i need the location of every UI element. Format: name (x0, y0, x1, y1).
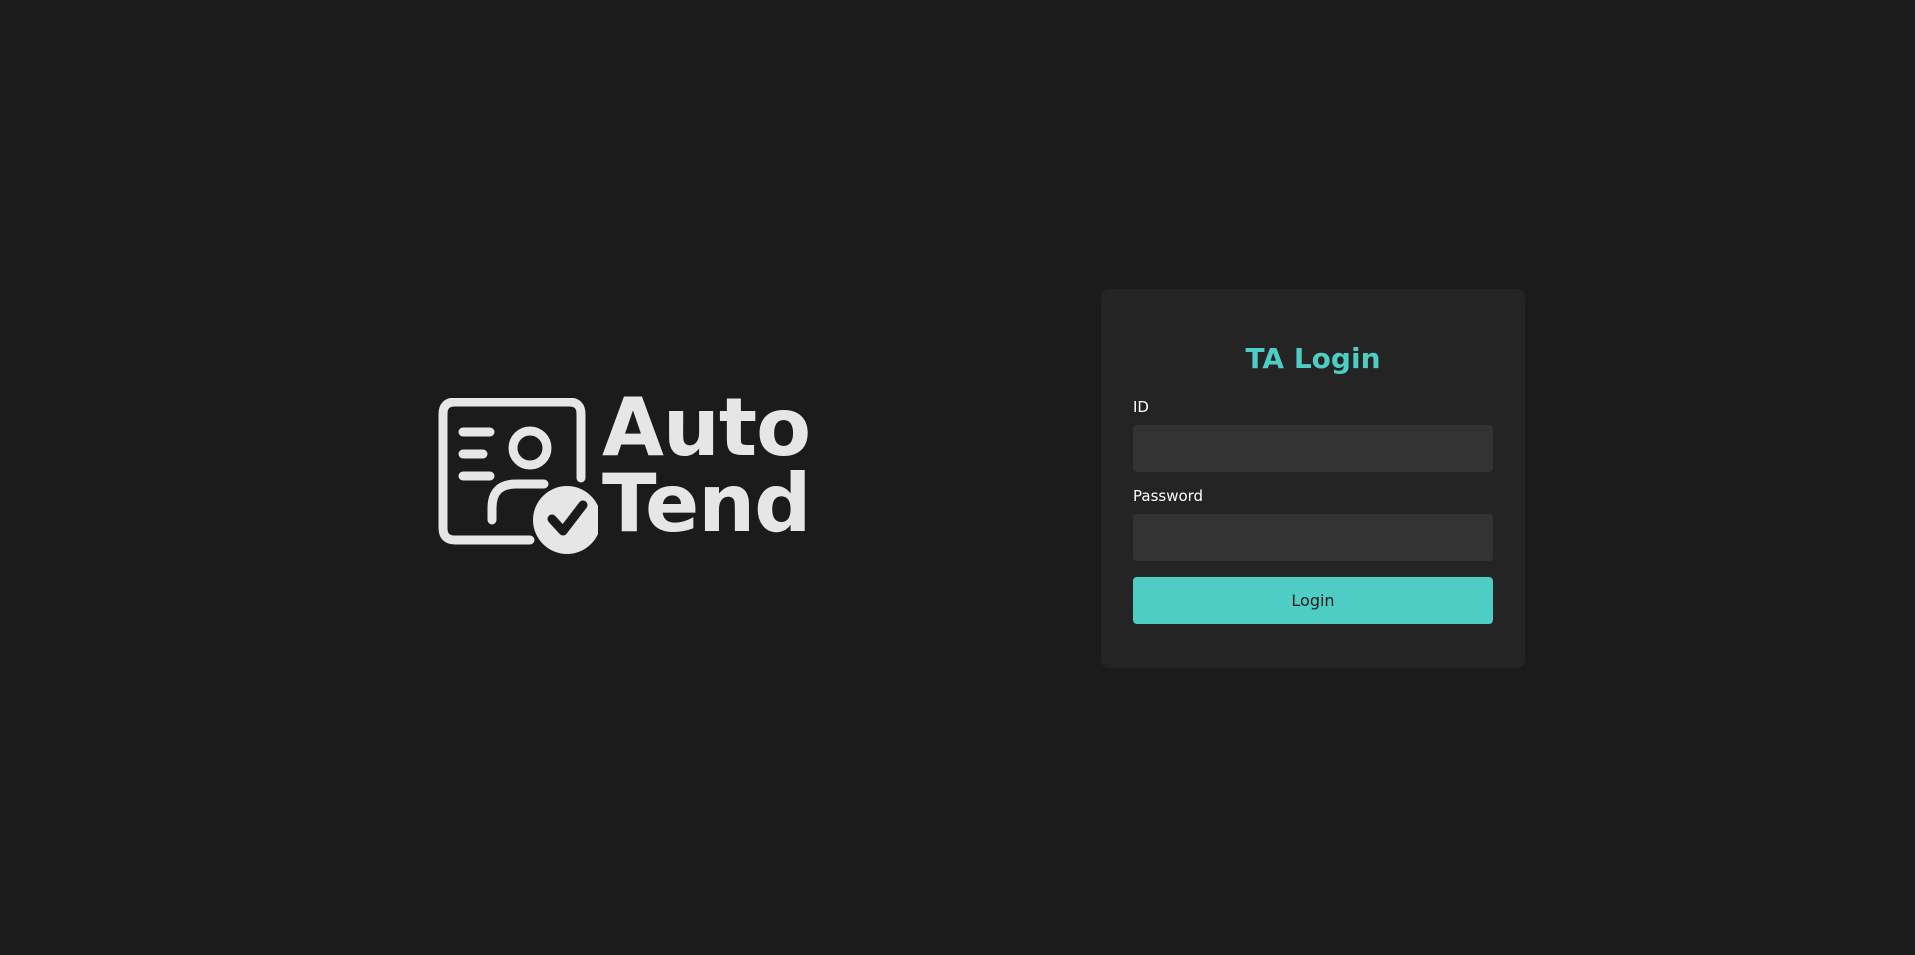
login-card: TA Login ID Password Login (1101, 289, 1525, 668)
login-title: TA Login (1245, 342, 1381, 375)
login-page: Auto Tend TA Login ID Password Login (0, 0, 1915, 955)
id-input[interactable] (1133, 425, 1493, 472)
logo-wordmark: Auto Tend (602, 381, 811, 550)
logo-line-auto: Auto (602, 381, 811, 474)
logo-line-tend: Tend (602, 457, 811, 550)
attendance-check-icon (438, 398, 598, 554)
login-button[interactable]: Login (1133, 577, 1493, 624)
password-label: Password (1133, 487, 1204, 505)
password-input[interactable] (1133, 514, 1493, 561)
autotend-logo: Auto Tend (438, 388, 811, 554)
id-label: ID (1133, 398, 1149, 416)
